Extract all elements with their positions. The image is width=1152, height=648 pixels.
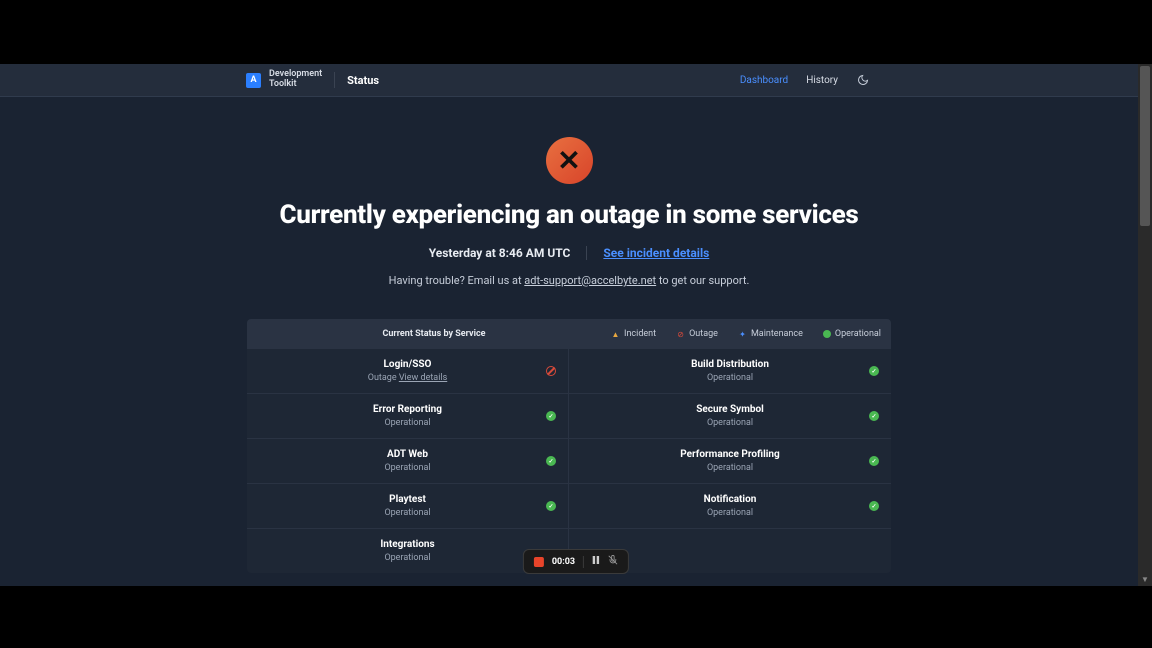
- status-panel: Current Status by Service ▲ Incident ⊘ O…: [247, 319, 891, 573]
- service-cell: Login/SSO Outage View details: [247, 349, 569, 394]
- nav-dashboard[interactable]: Dashboard: [740, 75, 788, 86]
- service-cell: Build Distribution Operational: [569, 349, 891, 394]
- viewport: A Development Toolkit Status Dashboard H…: [0, 64, 1152, 586]
- support-email-link[interactable]: adt-support@accelbyte.net: [524, 274, 656, 287]
- incident-details-link[interactable]: See incident details: [603, 246, 709, 260]
- status-legend: ▲ Incident ⊘ Outage ✦ Maintenance: [611, 329, 881, 339]
- operational-icon: [869, 366, 879, 376]
- service-status: Operational: [257, 463, 558, 473]
- service-status: Operational: [579, 508, 881, 518]
- letterbox-top: [0, 0, 1152, 64]
- service-name: Performance Profiling: [579, 449, 881, 460]
- wrench-icon: ✦: [738, 330, 747, 339]
- service-name: Build Distribution: [579, 359, 881, 370]
- service-status: Operational: [579, 463, 881, 473]
- screen-recorder-widget[interactable]: 00:03: [523, 549, 629, 574]
- panel-header-title: Current Status by Service: [257, 329, 611, 339]
- moon-icon: [857, 74, 869, 86]
- scroll-down-arrow[interactable]: ▼: [1138, 572, 1152, 586]
- outage-icon: [546, 366, 556, 376]
- services-grid: Login/SSO Outage View details Build Dist…: [247, 349, 891, 573]
- legend-incident: ▲ Incident: [611, 329, 656, 339]
- service-status: Operational: [579, 418, 881, 428]
- service-cell: Secure Symbol Operational: [569, 394, 891, 439]
- service-name: Login/SSO: [257, 359, 558, 370]
- outage-headline: Currently experiencing an outage in some…: [0, 200, 1138, 230]
- outage-hero-icon: ✕: [546, 137, 593, 184]
- service-name: ADT Web: [257, 449, 558, 460]
- support-text: Having trouble? Email us at adt-support@…: [0, 274, 1138, 287]
- service-name: Integrations: [257, 539, 558, 550]
- scrollbar[interactable]: ▲ ▼: [1138, 64, 1152, 586]
- service-cell: Integrations Operational: [247, 529, 569, 573]
- mic-off-icon: [608, 555, 618, 565]
- view-details-link[interactable]: View details: [399, 373, 447, 383]
- service-cell: Notification Operational: [569, 484, 891, 529]
- service-name: Secure Symbol: [579, 404, 881, 415]
- service-status: Operational: [257, 553, 558, 563]
- warning-icon: ▲: [611, 330, 620, 339]
- operational-icon: [546, 411, 556, 421]
- logo-text: Development Toolkit: [269, 70, 322, 90]
- check-icon: [823, 330, 831, 338]
- service-cell: ADT Web Operational: [247, 439, 569, 484]
- nav-divider: [334, 72, 335, 88]
- service-name: Error Reporting: [257, 404, 558, 415]
- operational-icon: [869, 411, 879, 421]
- panel-header: Current Status by Service ▲ Incident ⊘ O…: [247, 319, 891, 349]
- record-timer: 00:03: [552, 557, 575, 567]
- pause-icon: [592, 556, 600, 564]
- operational-icon: [546, 501, 556, 511]
- deny-icon: ⊘: [676, 330, 685, 339]
- timestamp-divider: [586, 246, 587, 260]
- legend-operational: Operational: [823, 329, 881, 339]
- recorder-divider: [583, 556, 584, 568]
- service-status: Outage View details: [257, 373, 558, 383]
- record-indicator-icon: [534, 557, 544, 567]
- page-title: Status: [347, 74, 379, 87]
- legend-outage: ⊘ Outage: [676, 329, 718, 339]
- pause-button[interactable]: [592, 556, 600, 567]
- logo-badge[interactable]: A: [246, 73, 261, 88]
- incident-timestamp: Yesterday at 8:46 AM UTC: [429, 246, 571, 260]
- main-content: ✕ Currently experiencing an outage in so…: [0, 97, 1138, 586]
- service-status: Operational: [257, 418, 558, 428]
- service-cell: Error Reporting Operational: [247, 394, 569, 439]
- navbar: A Development Toolkit Status Dashboard H…: [0, 64, 1138, 97]
- mute-mic-button[interactable]: [608, 555, 618, 568]
- operational-icon: [869, 456, 879, 466]
- service-status: Operational: [257, 508, 558, 518]
- nav-history[interactable]: History: [806, 75, 838, 86]
- service-name: Playtest: [257, 494, 558, 505]
- service-cell: Performance Profiling Operational: [569, 439, 891, 484]
- service-status: Operational: [579, 373, 881, 383]
- theme-toggle-button[interactable]: [856, 73, 870, 87]
- operational-icon: [869, 501, 879, 511]
- operational-icon: [546, 456, 556, 466]
- service-name: Notification: [579, 494, 881, 505]
- service-cell: Playtest Operational: [247, 484, 569, 529]
- legend-maintenance: ✦ Maintenance: [738, 329, 803, 339]
- letterbox-bottom: [0, 586, 1152, 648]
- scrollbar-thumb[interactable]: [1140, 66, 1150, 226]
